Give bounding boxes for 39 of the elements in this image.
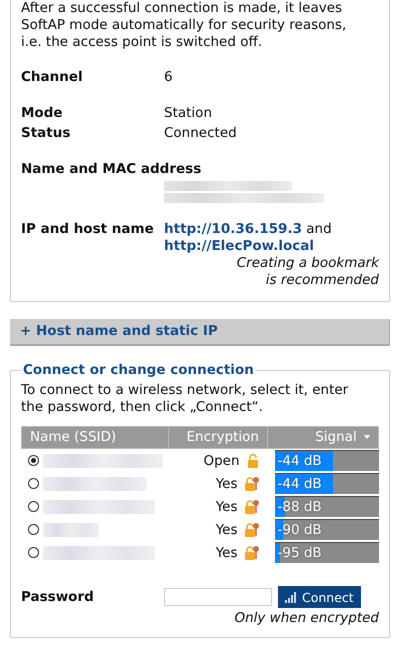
radio-button[interactable] [28, 524, 38, 535]
signal-icon [285, 591, 297, 603]
encryption-text: Yes [216, 498, 238, 516]
radio-button[interactable] [28, 547, 38, 558]
password-field[interactable] [164, 588, 272, 606]
sort-down-icon [364, 435, 370, 440]
joiner-text: and [306, 221, 332, 237]
redacted-text [42, 522, 98, 536]
detail-value: Station [164, 104, 213, 123]
encryption-text: Yes [216, 520, 238, 540]
radio-button[interactable] [28, 455, 38, 466]
column-header[interactable]: Name (SSID) [22, 426, 168, 448]
radio-button[interactable] [28, 501, 38, 512]
password-label: Password [21, 589, 95, 605]
encryption-text: Open [203, 452, 240, 470]
ip-link[interactable]: http://10.36.159.3 [164, 221, 302, 237]
intro-text: After a successful connection is made, it leaves SoftAP mode automatically for security reasons, i.e. the access point is switched off. [21, 0, 348, 51]
section-header[interactable]: + Host name and static IP [10, 319, 390, 346]
signal-reading: -44 dB [276, 453, 322, 469]
encryption-text: Yes [216, 544, 238, 562]
detail-label: Name and MAC address [21, 160, 202, 179]
detail-value: Connected [164, 124, 238, 143]
panel-title: Connect or change connection [22, 362, 255, 378]
radio-button[interactable] [28, 478, 38, 489]
column-header[interactable]: Signal [268, 426, 378, 448]
detail-label: IP and host name [21, 221, 155, 239]
detail-value: 6 [164, 68, 174, 87]
detail-label: Status [21, 124, 72, 143]
encryption-text: Yes [216, 474, 238, 494]
detail-label: Channel [21, 68, 84, 87]
signal-reading: -44 dB [276, 476, 322, 492]
note-text: Creating a bookmark [236, 255, 379, 271]
detail-label: Mode [21, 104, 64, 123]
connect-button[interactable]: Connect [278, 586, 361, 608]
host-link[interactable]: http://ElecPow.local [164, 238, 314, 254]
column-header[interactable]: Encryption [168, 426, 268, 448]
note-text: is recommended [266, 272, 379, 288]
instructions-text: To connect to a wireless network, select it, enter the password, then click „Connect“. [21, 382, 350, 416]
hint-text: Only when encrypted [234, 610, 379, 626]
